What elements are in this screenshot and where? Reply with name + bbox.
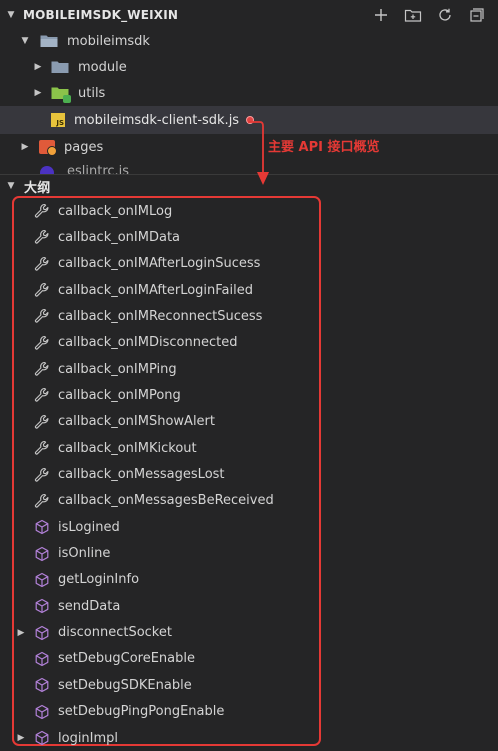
new-folder-icon[interactable] xyxy=(404,6,422,24)
chevron-down-icon[interactable]: ▼ xyxy=(6,181,16,191)
wrench-icon xyxy=(34,467,50,483)
wrench-icon xyxy=(34,282,50,298)
outline-item[interactable]: isLogined xyxy=(0,514,120,540)
outline-item[interactable]: isOnline xyxy=(0,541,110,567)
tree-item-label: module xyxy=(78,59,127,75)
chevron-down-icon[interactable]: ▼ xyxy=(20,36,30,46)
wrench-icon xyxy=(34,229,50,245)
outline-item-label: setDebugPingPongEnable xyxy=(58,704,225,720)
outline-item[interactable]: callback_onIMReconnectSucess xyxy=(0,303,262,329)
folder-open-icon xyxy=(40,34,58,48)
outline-item-label: disconnectSocket xyxy=(58,625,172,641)
explorer-section-header[interactable]: ▼ MOBILEIMSDK_WEIXIN xyxy=(0,0,498,30)
outline-item[interactable]: callback_onIMLog xyxy=(0,198,172,224)
outline-item[interactable]: callback_onMessagesBeReceived xyxy=(0,488,274,514)
outline-item-label: callback_onIMReconnectSucess xyxy=(58,308,263,324)
outline-item[interactable]: getLoginInfo xyxy=(0,567,139,593)
outline-item[interactable]: callback_onIMAfterLoginSucess xyxy=(0,251,260,277)
outline-item-label: callback_onMessagesLost xyxy=(58,467,225,482)
chevron-right-icon[interactable]: ▶ xyxy=(16,733,26,743)
cube-icon xyxy=(34,598,50,614)
cube-icon xyxy=(34,651,50,667)
cube-icon xyxy=(34,704,50,720)
outline-item[interactable]: callback_onIMPong xyxy=(0,382,181,408)
tree-item-label: mobileimsdk-client-sdk.js xyxy=(74,112,240,128)
folder-icon xyxy=(51,60,69,74)
cube-icon xyxy=(34,625,50,641)
new-file-icon[interactable] xyxy=(372,6,390,24)
tree-item-label: eslintrc.js xyxy=(67,164,130,174)
wrench-icon xyxy=(34,387,50,403)
outline-item[interactable]: setDebugPingPongEnable xyxy=(0,699,224,725)
outline-item[interactable]: setDebugSDKEnable xyxy=(0,672,192,698)
outline-item-label: sendData xyxy=(58,598,121,614)
outline-item-label: callback_onIMAfterLoginFailed xyxy=(58,282,253,298)
outline-item[interactable]: callback_onIMDisconnected xyxy=(0,330,237,356)
outline-item-label: isOnline xyxy=(58,546,111,562)
cube-icon xyxy=(34,546,50,562)
outline-item[interactable]: callback_onIMAfterLoginFailed xyxy=(0,277,253,303)
tree-item-label: pages xyxy=(64,139,104,155)
outline-item-label: getLoginInfo xyxy=(58,572,140,588)
pages-folder-icon xyxy=(39,140,57,156)
explorer-section-title: MOBILEIMSDK_WEIXIN xyxy=(23,8,179,22)
tree-item-label: mobileimsdk xyxy=(67,33,150,49)
wrench-icon xyxy=(34,440,50,456)
collapse-all-icon[interactable] xyxy=(468,6,486,24)
outline-item[interactable]: callback_onIMShowAlert xyxy=(0,409,215,435)
js-file-icon: JS xyxy=(51,113,65,127)
outline-item-label: callback_onIMAfterLoginSucess xyxy=(58,256,261,272)
outline-item-label: callback_onIMPing xyxy=(58,361,177,377)
outline-item[interactable]: callback_onIMPing xyxy=(0,356,177,382)
wrench-icon xyxy=(34,361,50,377)
outline-item-label: callback_onIMLog xyxy=(58,203,173,219)
outline-item-label: callback_onIMShowAlert xyxy=(58,414,215,430)
outline-item-label: callback_onMessagesBeReceived xyxy=(58,493,274,509)
tree-item-module[interactable]: ▶ module xyxy=(0,54,498,80)
outline-item-label: isLogined xyxy=(58,519,120,535)
chevron-right-icon[interactable]: ▶ xyxy=(20,142,30,152)
wrench-icon xyxy=(34,414,50,430)
chevron-right-icon[interactable]: ▶ xyxy=(33,62,43,72)
wrench-icon xyxy=(34,203,50,219)
outline-item[interactable]: ▶ disconnectSocket xyxy=(0,620,172,646)
outline-item-label: setDebugCoreEnable xyxy=(58,651,195,667)
eslint-file-icon xyxy=(40,166,54,174)
tree-item-mobileimsdk[interactable]: ▼ mobileimsdk xyxy=(0,28,498,54)
wrench-icon xyxy=(34,256,50,272)
chevron-right-icon[interactable]: ▶ xyxy=(33,88,43,98)
outline-section-title: 大纲 xyxy=(24,180,51,196)
cube-icon xyxy=(34,572,50,588)
outline-item-label: callback_onIMPong xyxy=(58,387,181,403)
outline-item-label: callback_onIMKickout xyxy=(58,440,197,456)
outline-item[interactable]: callback_onMessagesLost xyxy=(0,462,225,488)
explorer-actions xyxy=(372,0,486,30)
annotation-label: 主要 API 接口概览 xyxy=(268,140,380,155)
outline-item[interactable]: sendData xyxy=(0,593,120,619)
outline-item[interactable]: callback_onIMData xyxy=(0,224,180,250)
outline-item[interactable]: setDebugCoreEnable xyxy=(0,646,195,672)
utils-folder-icon xyxy=(51,86,71,103)
chevron-down-icon[interactable]: ▼ xyxy=(6,10,16,20)
outline-item-label: callback_onIMData xyxy=(58,229,181,245)
outline-item-label: setDebugSDKEnable xyxy=(58,677,192,693)
outline-item-label: loginImpl xyxy=(58,730,119,746)
wrench-icon xyxy=(34,493,50,509)
cube-icon xyxy=(34,730,50,746)
chevron-right-icon[interactable]: ▶ xyxy=(16,628,26,638)
wrench-icon xyxy=(34,308,50,324)
wrench-icon xyxy=(34,335,50,351)
outline-item-label: callback_onIMDisconnected xyxy=(58,335,238,351)
tree-item-label: utils xyxy=(78,85,106,101)
refresh-icon[interactable] xyxy=(436,6,454,24)
tree-item-utils[interactable]: ▶ utils xyxy=(0,80,498,106)
cube-icon xyxy=(34,519,50,535)
outline-item[interactable]: callback_onIMKickout xyxy=(0,435,197,461)
cube-icon xyxy=(34,677,50,693)
outline-item[interactable]: ▶ loginImpl xyxy=(0,725,119,751)
